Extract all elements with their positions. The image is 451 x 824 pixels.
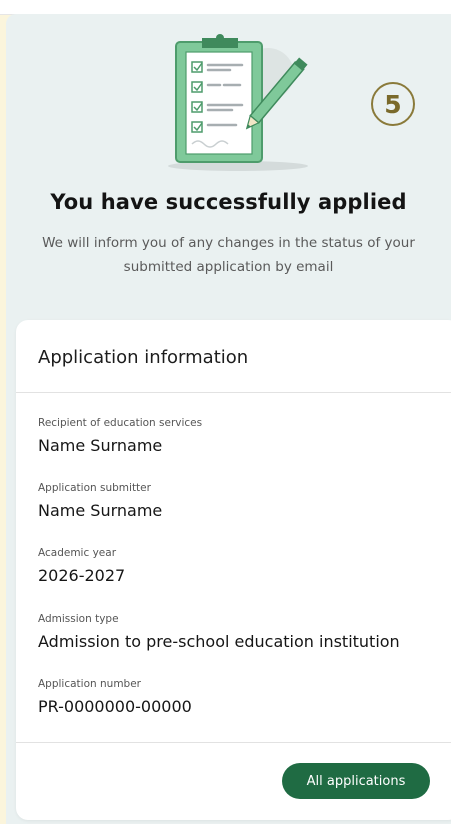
field-value-submitter: Name Surname [38, 501, 163, 520]
all-applications-button[interactable]: All applications [282, 763, 430, 799]
result-panel: 5 You have successfully applied We will … [6, 14, 451, 824]
success-hero: 5 You have successfully applied We will … [6, 14, 451, 324]
header-divider [16, 392, 451, 393]
card-title: Application information [38, 347, 249, 368]
field-label-admission-type: Admission type [38, 613, 119, 625]
field-value-recipient: Name Surname [38, 436, 163, 455]
application-info-card: Application information Recipient of edu… [16, 320, 451, 820]
success-subtitle: We will inform you of any changes in the… [42, 235, 415, 275]
field-label-submitter: Application submitter [38, 482, 151, 494]
success-title: You have successfully applied [50, 190, 407, 214]
field-label-recipient: Recipient of education services [38, 417, 203, 429]
field-value-academic-year: 2026-2027 [38, 566, 126, 585]
footer-divider [16, 742, 451, 743]
clipboard-checklist-icon [168, 34, 308, 171]
top-strip [0, 0, 451, 15]
field-value-admission-type: Admission to pre-school education instit… [38, 632, 400, 651]
field-label-application-number: Application number [38, 678, 141, 690]
field-label-academic-year: Academic year [38, 547, 117, 559]
step-number: 5 [384, 89, 402, 119]
field-value-application-number: PR-0000000-00000 [38, 697, 192, 716]
step-badge: 5 [358, 80, 428, 128]
